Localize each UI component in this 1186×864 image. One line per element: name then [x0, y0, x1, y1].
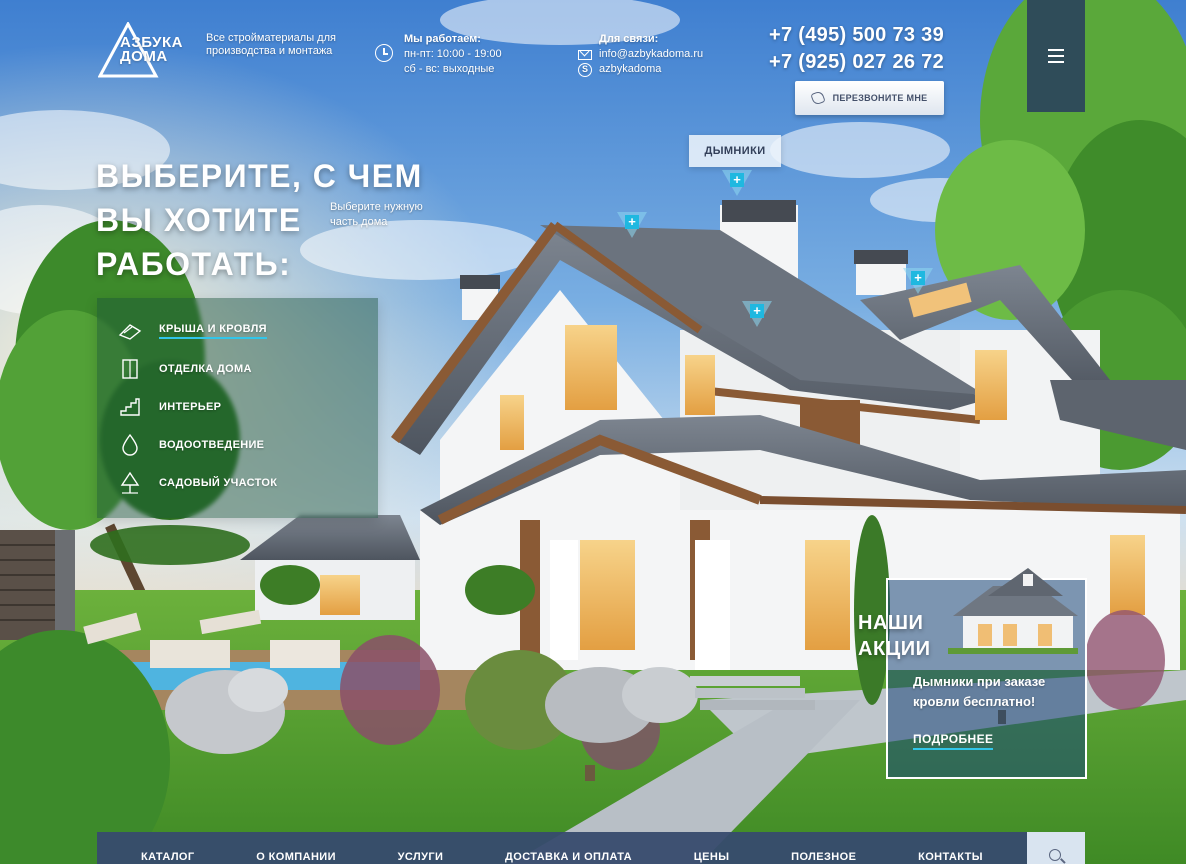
- hero-title-line3: РАБОТАТЬ:: [96, 246, 292, 282]
- category-item-interior[interactable]: ИНТЕРЬЕР: [97, 388, 378, 426]
- roof-icon: [117, 318, 143, 344]
- nav-item-contacts[interactable]: КОНТАКТЫ: [918, 833, 983, 863]
- callback-button[interactable]: ПЕРЕЗВОНИТЕ МНЕ: [795, 81, 944, 115]
- hotspot-chimney-main[interactable]: +: [722, 170, 752, 198]
- main-navigation: КАТАЛОГ О КОМПАНИИ УСЛУГИ ДОСТАВКА И ОПЛ…: [97, 832, 1027, 864]
- promo-title-line1: НАШИ: [858, 612, 924, 634]
- tree-icon: [117, 470, 143, 496]
- plus-icon: +: [750, 304, 764, 318]
- brand-tagline: Все стройматериалы для производства и мо…: [206, 32, 336, 57]
- logo-text: АЗБУКА ДОМА: [120, 35, 183, 65]
- category-label: САДОВЫЙ УЧАСТОК: [159, 477, 278, 489]
- clock-icon: [375, 44, 393, 62]
- work-hours-title: Мы работаем:: [404, 33, 481, 45]
- category-item-facade[interactable]: ОТДЕЛКА ДОМА: [97, 350, 378, 388]
- hero-title-line1: ВЫБЕРИТЕ, С ЧЕМ: [96, 158, 423, 194]
- category-item-roof[interactable]: КРЫША И КРОВЛЯ: [97, 312, 378, 350]
- logo-name-line2: ДОМА: [120, 48, 168, 65]
- work-hours: Мы работаем: пн-пт: 10:00 - 19:00 сб - в…: [375, 32, 502, 77]
- category-label: ОТДЕЛКА ДОМА: [159, 363, 252, 375]
- nav-item-about[interactable]: О КОМПАНИИ: [256, 833, 336, 863]
- phone-numbers: +7 (495) 500 73 39 +7 (925) 027 26 72: [752, 22, 944, 76]
- category-item-garden[interactable]: САДОВЫЙ УЧАСТОК: [97, 464, 378, 502]
- plus-icon: +: [625, 215, 639, 229]
- email-link[interactable]: info@azbykadoma.ru: [599, 47, 703, 62]
- nav-item-prices[interactable]: ЦЕНЫ: [694, 833, 730, 863]
- menu-icon-bar: [1048, 49, 1064, 51]
- menu-icon-bar: [1048, 61, 1064, 63]
- category-label: ВОДООТВЕДЕНИЕ: [159, 439, 265, 451]
- hotspot-chimney-right[interactable]: +: [903, 268, 933, 296]
- skype-link[interactable]: azbykadoma: [599, 62, 661, 77]
- chimney-hotspot-label[interactable]: ДЫМНИКИ: [689, 135, 781, 167]
- category-label: ИНТЕРЬЕР: [159, 401, 222, 413]
- promo-title-line2: АКЦИИ: [858, 638, 931, 660]
- promo-title: НАШИ АКЦИИ: [858, 610, 931, 662]
- category-panel: КРЫША И КРОВЛЯ ОТДЕЛКА ДОМА ИНТЕРЬЕР ВОД…: [97, 298, 378, 518]
- hamburger-menu-button[interactable]: [1027, 0, 1085, 112]
- contacts-title: Для связи:: [599, 33, 659, 45]
- menu-icon-bar: [1048, 55, 1064, 57]
- phone-number-1[interactable]: +7 (495) 500 73 39: [752, 22, 944, 49]
- mail-icon: [578, 49, 592, 60]
- plus-icon: +: [911, 271, 925, 285]
- nav-item-useful[interactable]: ПОЛЕЗНОЕ: [791, 833, 856, 863]
- plus-icon: +: [730, 173, 744, 187]
- search-icon: [1049, 849, 1061, 861]
- promo-text: Дымники при заказе кровли бесплатно!: [913, 674, 1046, 709]
- phone-icon: [809, 90, 826, 106]
- hotspot-chimney-left[interactable]: +: [617, 212, 647, 240]
- stairs-icon: [117, 394, 143, 420]
- promo-card[interactable]: НАШИ АКЦИИ Дымники при заказе кровли бес…: [858, 568, 1087, 779]
- promo-more-link[interactable]: ПОДРОБНЕЕ: [913, 732, 994, 750]
- door-icon: [117, 356, 143, 382]
- drop-icon: [117, 432, 143, 458]
- callback-label: ПЕРЕЗВОНИТЕ МНЕ: [832, 93, 928, 103]
- hotspot-roof[interactable]: +: [742, 301, 772, 329]
- work-hours-weekend: сб - вс: выходные: [404, 63, 495, 75]
- nav-item-catalog[interactable]: КАТАЛОГ: [141, 833, 195, 863]
- skype-icon: S: [578, 62, 592, 77]
- nav-item-delivery[interactable]: ДОСТАВКА И ОПЛАТА: [505, 833, 632, 863]
- hero-hint: Выберите нужную часть дома: [330, 201, 423, 228]
- category-label: КРЫША И КРОВЛЯ: [159, 323, 267, 339]
- phone-number-2[interactable]: +7 (925) 027 26 72: [752, 49, 944, 76]
- promo-house-image: [948, 568, 1078, 654]
- search-button[interactable]: [1027, 832, 1085, 864]
- category-item-drainage[interactable]: ВОДООТВЕДЕНИЕ: [97, 426, 378, 464]
- contacts-block: Для связи: info@azbykadoma.ru S azbykado…: [578, 32, 703, 77]
- logo[interactable]: АЗБУКА ДОМА: [97, 20, 194, 78]
- work-hours-weekdays: пн-пт: 10:00 - 19:00: [404, 48, 502, 60]
- nav-item-services[interactable]: УСЛУГИ: [398, 833, 444, 863]
